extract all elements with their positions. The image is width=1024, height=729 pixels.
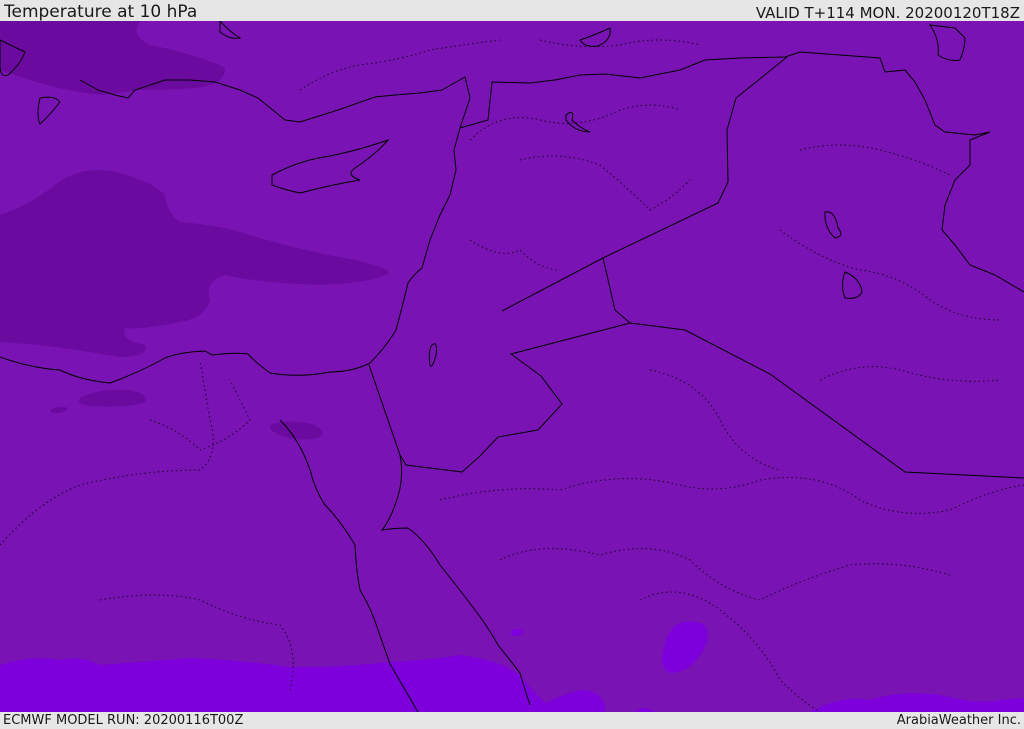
footer-bar: ECMWF MODEL RUN: 20200116T00Z ArabiaWeat… [0,712,1024,729]
credit-label: ArabiaWeather Inc. [896,713,1021,728]
temperature-field [0,21,1024,712]
map-title: Temperature at 10 hPa [4,2,198,22]
valid-time: VALID T+114 MON. 20200120T18Z [755,4,1020,22]
header-bar: Temperature at 10 hPa VALID T+114 MON. 2… [0,0,1024,21]
map-canvas [0,21,1024,712]
model-run-label: ECMWF MODEL RUN: 20200116T00Z [3,713,244,728]
weather-map [0,21,1024,712]
